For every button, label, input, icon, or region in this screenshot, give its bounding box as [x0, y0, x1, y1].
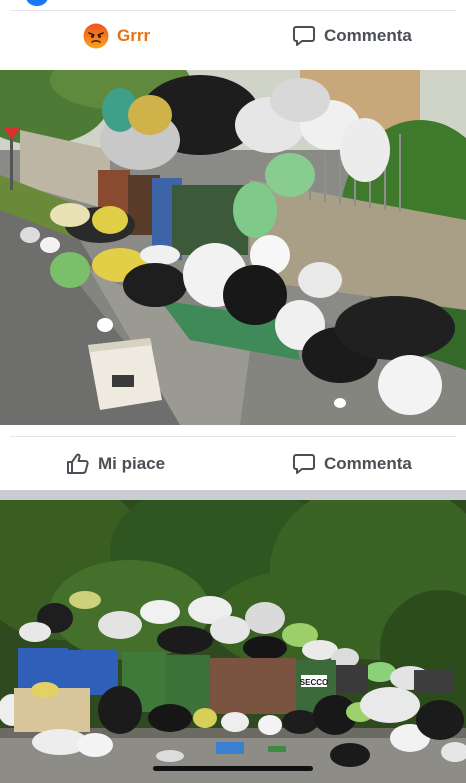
comment-label: Commenta [324, 26, 412, 45]
thumbs-up-icon [66, 452, 90, 476]
post-separator [0, 490, 466, 500]
reaction-label: Grrr [117, 26, 151, 45]
comment-label-2: Commenta [324, 454, 412, 473]
like-button[interactable]: Mi piace [66, 440, 165, 488]
post-actions-bar-2: Mi piace Commenta [0, 440, 466, 488]
speech-bubble-icon [292, 452, 316, 476]
bin-label: SECCO [300, 678, 328, 687]
reaction-count-icon [26, 0, 48, 6]
home-indicator[interactable] [153, 766, 313, 771]
like-label: Mi piace [98, 454, 166, 473]
feed-screen: Grrr Commenta Mi piace Commenta SECCO [0, 0, 466, 783]
comment-button[interactable]: Commenta [292, 12, 412, 60]
angry-face-icon [83, 23, 109, 49]
reaction-button[interactable]: Grrr [83, 12, 150, 60]
divider [10, 10, 456, 11]
post-photo[interactable] [0, 70, 466, 425]
divider [10, 436, 456, 437]
post-photo-2[interactable]: SECCO [0, 500, 466, 783]
post-actions-bar: Grrr Commenta [0, 12, 466, 60]
speech-bubble-icon [292, 24, 316, 48]
comment-button-2[interactable]: Commenta [292, 440, 412, 488]
